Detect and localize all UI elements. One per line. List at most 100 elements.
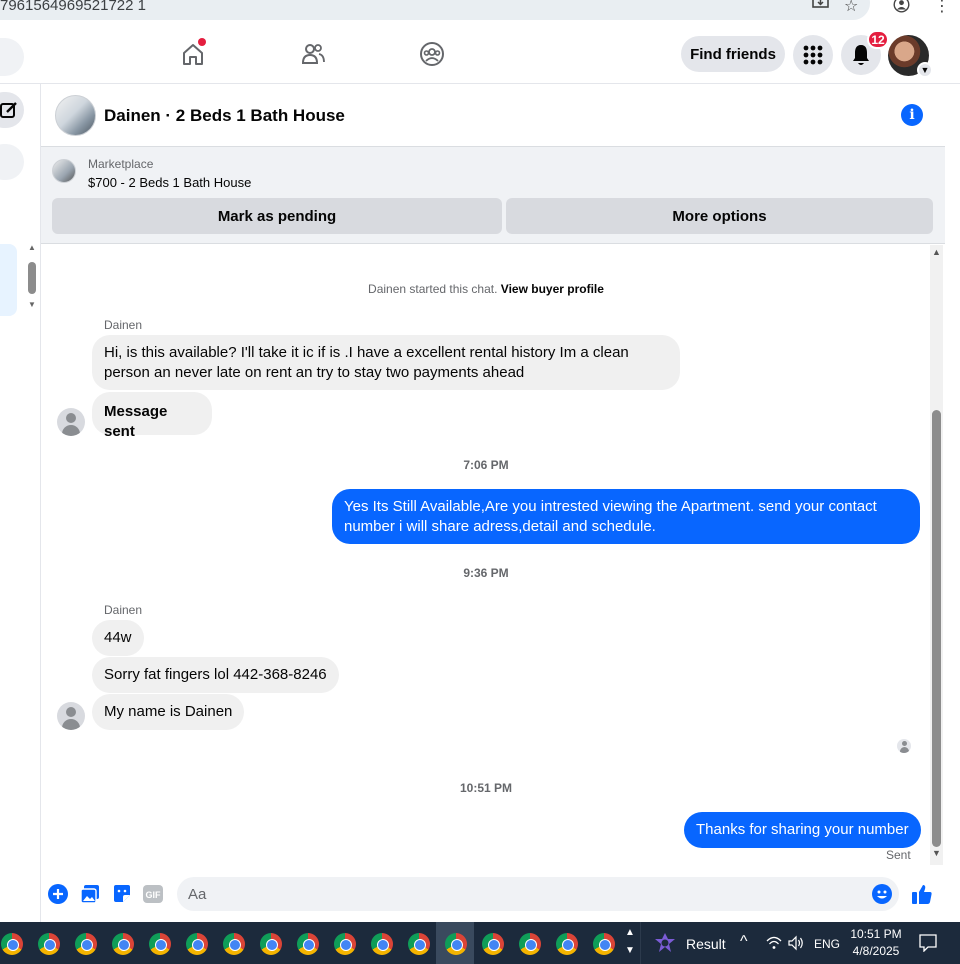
bookmark-star-icon[interactable]: ☆ [844, 0, 858, 16]
scroll-thumb[interactable] [28, 262, 36, 294]
action-center-icon[interactable] [919, 934, 937, 957]
seen-indicator-avatar [897, 739, 911, 753]
incoming-message[interactable]: 44w [92, 620, 144, 656]
view-buyer-profile-link[interactable]: View buyer profile [501, 282, 604, 296]
chrome-taskbar-icon[interactable] [297, 933, 319, 955]
sidebar-scrollbar[interactable]: ▲ ▼ [27, 243, 37, 309]
chrome-taskbar-icon[interactable] [1, 933, 23, 955]
incoming-message[interactable]: My name is Dainen [92, 694, 245, 730]
sent-status: Sent [886, 848, 911, 862]
menu-dots-icon[interactable]: ⋮ [934, 0, 950, 16]
windows-taskbar: ▲ ▼ Result ^ ENG 10:51 PM 4/8/2025 [0, 922, 960, 964]
plus-circle-icon [48, 884, 68, 904]
message-composer: GIF Aa [41, 866, 945, 922]
language-indicator[interactable]: ENG [814, 937, 840, 951]
chevron-down-icon: ▼ [917, 62, 933, 78]
gif-button[interactable]: GIF [142, 883, 164, 905]
photo-icon [80, 885, 99, 904]
more-actions-button[interactable] [47, 883, 69, 905]
notification-count-badge: 12 [867, 30, 889, 49]
selected-chat-item[interactable] [0, 244, 17, 316]
chrome-taskbar-icon[interactable] [186, 933, 208, 955]
chrome-taskbar-icon[interactable] [112, 933, 134, 955]
chat-list-sidebar: ▲ ▼ [0, 84, 41, 922]
install-app-icon[interactable] [812, 0, 829, 15]
scroll-down-icon[interactable]: ▼ [932, 848, 941, 858]
sticker-button[interactable] [111, 883, 133, 905]
listing-photo[interactable] [55, 95, 96, 136]
wifi-icon[interactable] [766, 935, 782, 956]
search-field-stub[interactable] [0, 38, 24, 76]
chrome-taskbar-icon[interactable] [593, 933, 615, 955]
find-friends-button[interactable]: Find friends [681, 36, 785, 72]
friends-nav-button[interactable] [293, 36, 333, 72]
system-tray: Result ^ ENG 10:51 PM 4/8/2025 [640, 922, 960, 964]
chrome-taskbar-icon[interactable] [334, 933, 356, 955]
attach-photo-button[interactable] [79, 883, 101, 905]
new-message-button[interactable] [0, 92, 24, 128]
chrome-taskbar-icon[interactable] [260, 933, 282, 955]
message-input[interactable]: Aa [177, 877, 899, 911]
listing-price-title[interactable]: $700 - 2 Beds 1 Bath House [88, 175, 251, 190]
scroll-thumb[interactable] [932, 410, 941, 847]
chevron-up-icon[interactable]: ^ [740, 933, 748, 951]
chrome-taskbar-icon[interactable] [149, 933, 171, 955]
chat-search-stub[interactable] [0, 144, 24, 180]
notifications-button[interactable]: 12 [841, 30, 889, 75]
thread-scrollbar[interactable]: ▲ ▼ [930, 245, 943, 865]
listing-thumbnail[interactable] [52, 159, 76, 183]
groups-icon [420, 42, 444, 66]
outgoing-message[interactable]: Yes Its Still Available,Are you intreste… [332, 489, 920, 544]
clock-time[interactable]: 10:51 PM [844, 927, 908, 941]
mark-as-pending-button[interactable]: Mark as pending [52, 198, 502, 234]
menu-grid-button[interactable] [793, 35, 833, 75]
like-send-button[interactable] [911, 883, 933, 905]
compose-icon [0, 102, 17, 118]
chrome-taskbar-icon[interactable] [445, 933, 467, 955]
home-notification-dot [198, 38, 206, 46]
groups-nav-button[interactable] [412, 36, 452, 72]
chat-title[interactable]: Dainen · 2 Beds 1 Bath House [104, 106, 345, 126]
chrome-taskbar-icon[interactable] [482, 933, 504, 955]
bell-icon [853, 45, 869, 65]
sender-avatar[interactable] [57, 702, 85, 730]
message-thread: Dainen started this chat. View buyer pro… [41, 245, 931, 865]
taskbar-scroll-arrows[interactable]: ▲ ▼ [625, 924, 635, 960]
account-avatar[interactable]: ▼ [888, 35, 933, 78]
thumbs-up-icon [912, 885, 932, 904]
timestamp: 7:06 PM [463, 458, 509, 472]
chat-started-text: Dainen started this chat. [368, 282, 498, 296]
friends-icon [301, 44, 325, 64]
chrome-taskbar-icon[interactable] [556, 933, 578, 955]
volume-icon[interactable] [788, 935, 804, 956]
result-label[interactable]: Result [686, 936, 726, 952]
chrome-taskbar-icon[interactable] [223, 933, 245, 955]
emoji-button[interactable] [871, 883, 893, 905]
chat-started-notice: Dainen started this chat. View buyer pro… [41, 282, 931, 296]
result-app-icon[interactable] [653, 931, 677, 955]
chrome-taskbar-icon[interactable] [75, 933, 97, 955]
menu-grid-icon [803, 45, 823, 65]
incoming-message[interactable]: Message sent [92, 392, 212, 440]
sender-avatar[interactable] [57, 408, 85, 436]
info-icon[interactable]: i [901, 104, 923, 126]
more-options-button[interactable]: More options [506, 198, 933, 234]
scroll-down-icon[interactable]: ▼ [28, 300, 36, 309]
incoming-message[interactable]: Sorry fat fingers lol 442-368-8246 [92, 657, 339, 693]
outgoing-message[interactable]: Thanks for sharing your number [684, 812, 921, 848]
scroll-up-icon[interactable]: ▲ [28, 243, 36, 252]
clock-date[interactable]: 4/8/2025 [844, 944, 908, 958]
url-text[interactable]: 7961564969521722 1 [0, 0, 146, 14]
home-nav-button[interactable] [173, 36, 213, 72]
chat-header: Dainen · 2 Beds 1 Bath House i [41, 84, 945, 147]
marketplace-label: Marketplace [88, 157, 154, 171]
profile-icon[interactable] [893, 0, 910, 18]
sticker-icon [114, 885, 130, 902]
scroll-up-icon[interactable]: ▲ [932, 247, 941, 257]
incoming-message[interactable]: Hi, is this available? I'll take it ic i… [92, 335, 680, 390]
chrome-taskbar-icon[interactable] [408, 933, 430, 955]
chrome-taskbar-icon[interactable] [371, 933, 393, 955]
chrome-taskbar-icon[interactable] [38, 933, 60, 955]
emoji-icon [872, 884, 892, 904]
chrome-taskbar-icon[interactable] [519, 933, 541, 955]
